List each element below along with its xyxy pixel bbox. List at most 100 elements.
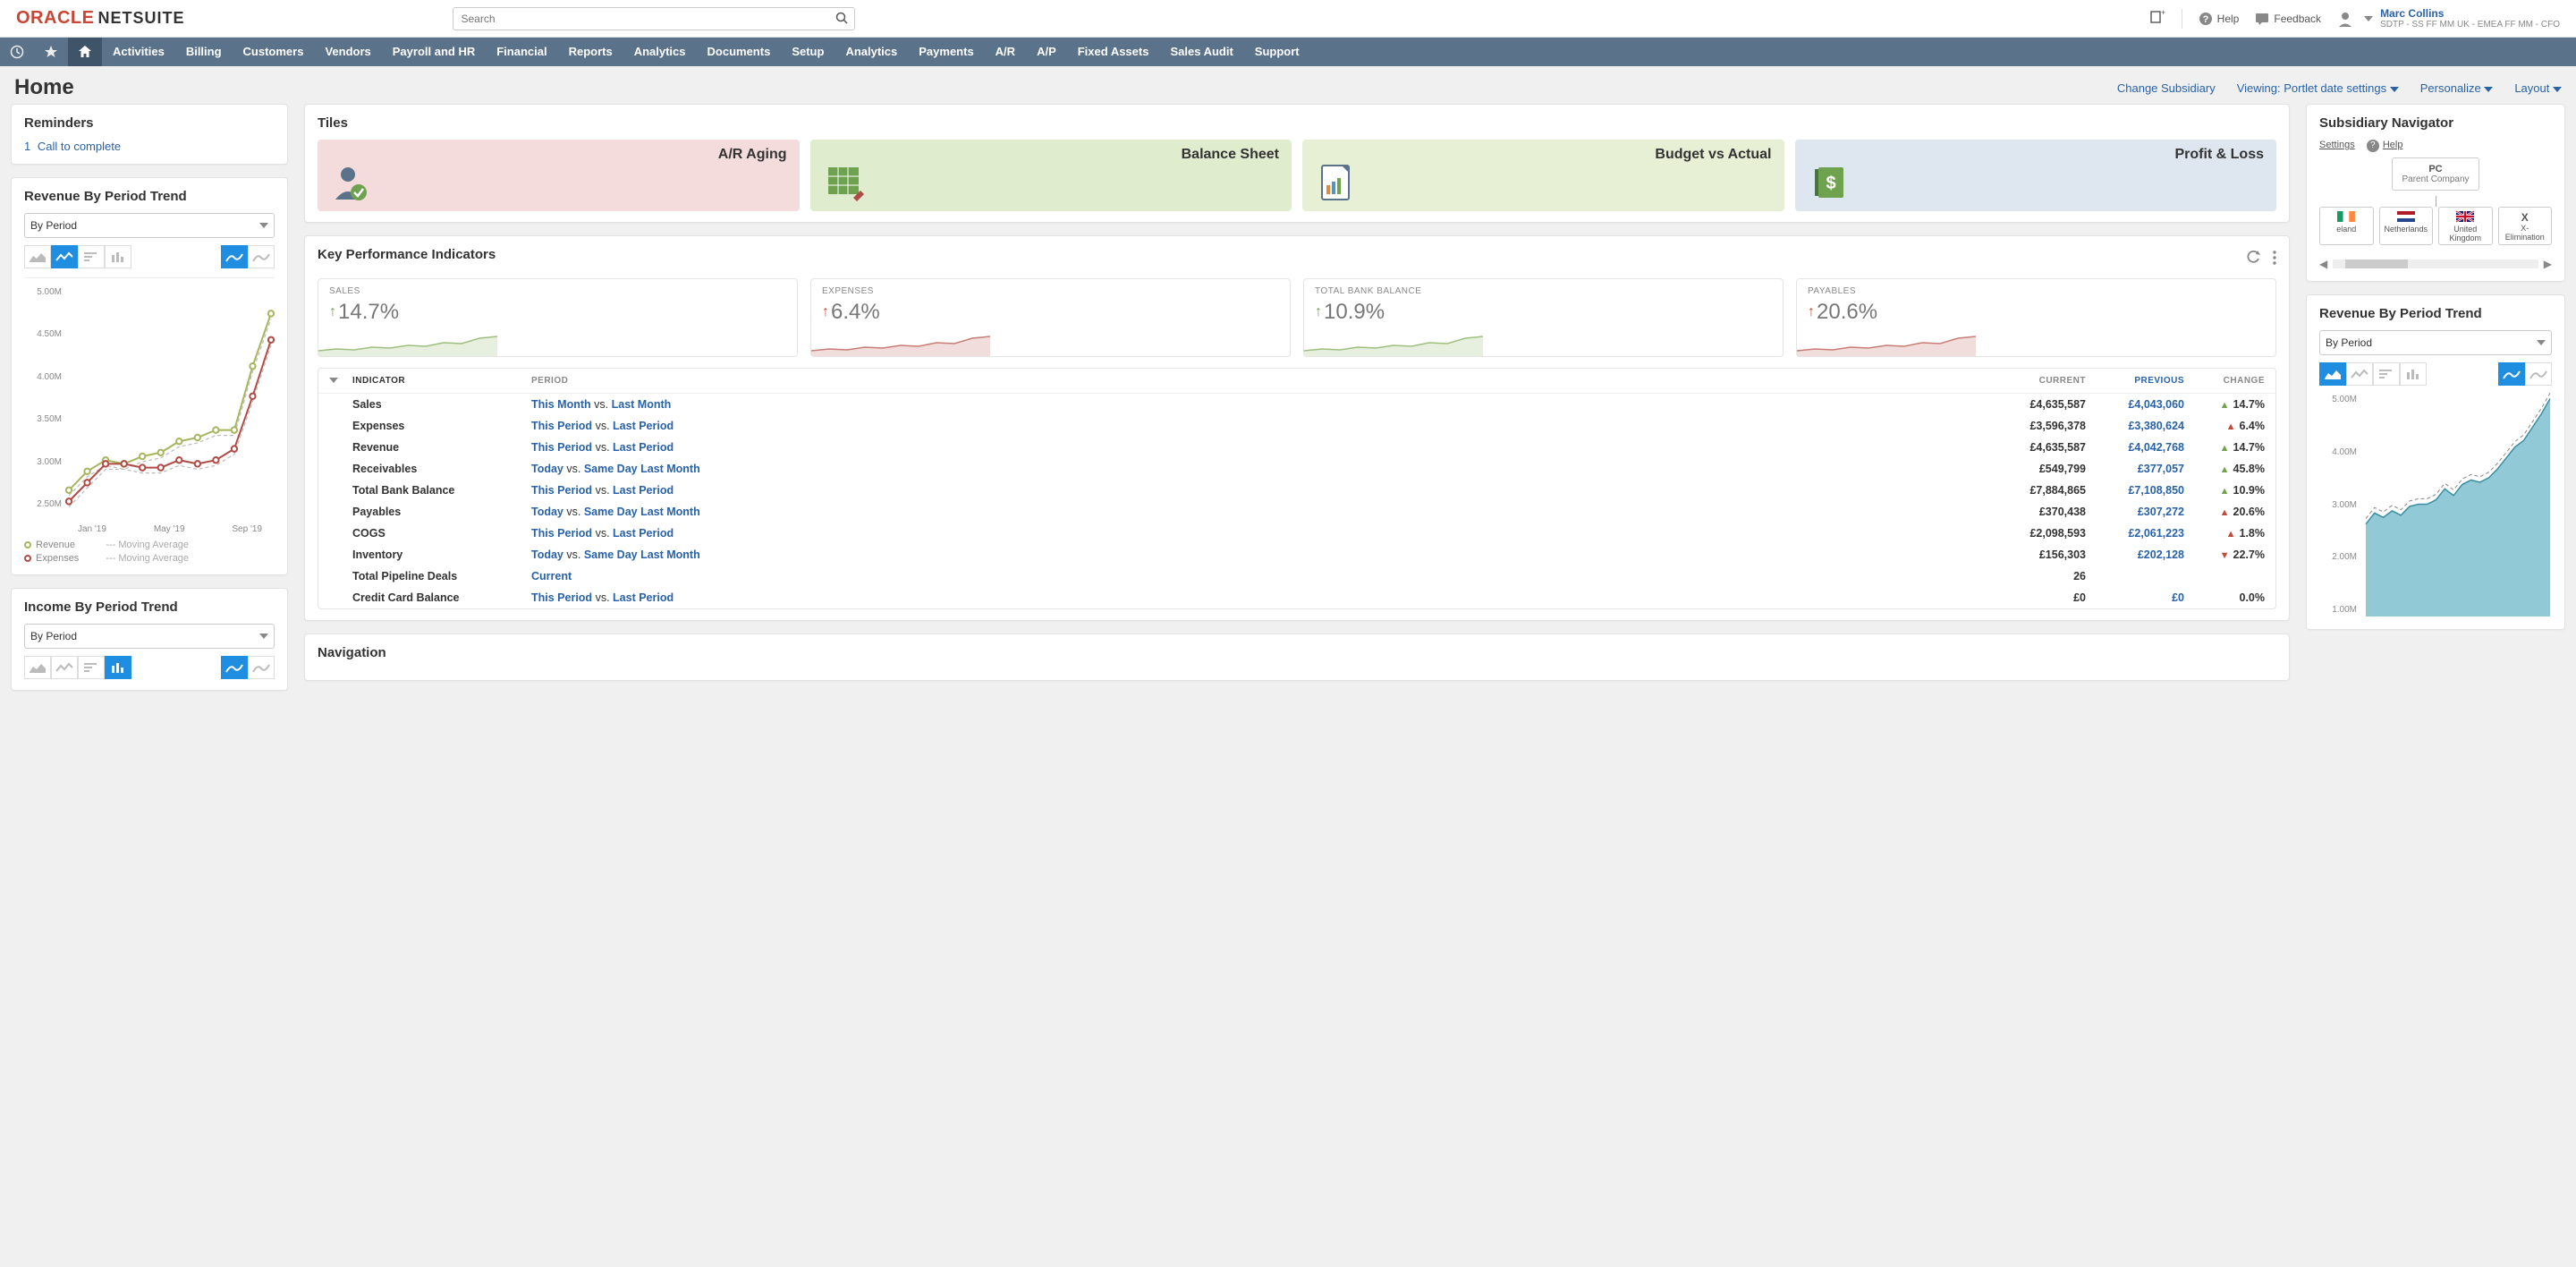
subsidiary-node[interactable]: eland (2319, 207, 2374, 245)
nav-item-sales-audit[interactable]: Sales Audit (1159, 38, 1243, 66)
kpi-row[interactable]: Credit Card Balance This Period vs. Last… (318, 587, 2275, 608)
kpi-row[interactable]: Revenue This Period vs. Last Period £4,6… (318, 437, 2275, 458)
tiles-portlet: Tiles A/R Aging Balance Sheet Budget vs … (304, 104, 2290, 223)
toggle-series-b-icon[interactable] (248, 245, 275, 268)
subnav-help-link[interactable]: Help (2383, 140, 2403, 150)
line-chart-icon[interactable] (51, 245, 78, 268)
parent-company-node[interactable]: PC Parent Company (2392, 157, 2479, 191)
nav-item-payroll-and-hr[interactable]: Payroll and HR (382, 38, 486, 66)
toggle-series-b-icon[interactable] (248, 656, 275, 679)
nav-item-analytics[interactable]: Analytics (835, 38, 908, 66)
nav-item-payments[interactable]: Payments (908, 38, 984, 66)
kpi-row[interactable]: Expenses This Period vs. Last Period £3,… (318, 415, 2275, 437)
revenue-trend-right-portlet: Revenue By Period Trend By Period 5.00M4… (2306, 294, 2565, 630)
help-icon[interactable]: ? Help (2199, 12, 2240, 26)
change-subsidiary-link[interactable]: Change Subsidiary (2117, 81, 2216, 95)
kpi-card-payables[interactable]: PAYABLES ↑20.6% (1796, 278, 2276, 357)
create-new-icon[interactable]: + (2149, 10, 2165, 27)
area-chart-icon[interactable] (24, 245, 51, 268)
period-select[interactable]: By Period (24, 624, 275, 649)
revenue-area-chart: 5.00M4.00M3.00M2.00M1.00M (2319, 395, 2552, 618)
star-icon[interactable] (34, 38, 68, 66)
toggle-series-b-icon[interactable] (2525, 362, 2552, 386)
viewing-link[interactable]: Viewing: Portlet date settings (2237, 81, 2399, 95)
netsuite-word: NETSUITE (97, 9, 184, 28)
kpi-row[interactable]: Receivables Today vs. Same Day Last Mont… (318, 458, 2275, 480)
more-icon[interactable] (2273, 251, 2276, 268)
user-name: Marc Collins (2380, 7, 2560, 20)
kpi-table: INDICATOR PERIOD CURRENT PREVIOUS CHANGE… (318, 368, 2276, 609)
kpi-row[interactable]: COGS This Period vs. Last Period £2,098,… (318, 523, 2275, 544)
kpi-row[interactable]: Total Bank Balance This Period vs. Last … (318, 480, 2275, 501)
nav-item-support[interactable]: Support (1244, 38, 1310, 66)
area-chart-icon[interactable] (24, 656, 51, 679)
arrow-up-icon: ↑ (329, 304, 336, 320)
kpi-card-total-bank-balance[interactable]: TOTAL BANK BALANCE ↑10.9% (1303, 278, 1784, 357)
nav-item-reports[interactable]: Reports (558, 38, 623, 66)
history-icon[interactable] (0, 38, 34, 66)
nav-item-customers[interactable]: Customers (233, 38, 315, 66)
line-chart-icon[interactable] (51, 656, 78, 679)
bar-chart-icon[interactable] (105, 656, 131, 679)
kpi-card-sales[interactable]: SALES ↑14.7% (318, 278, 798, 357)
chart-toolbar (24, 656, 275, 679)
nav-item-financial[interactable]: Financial (486, 38, 557, 66)
bar-chart-icon[interactable] (2400, 362, 2427, 386)
tile-profit-loss[interactable]: Profit & Loss $ (1795, 140, 2277, 211)
period-select[interactable]: By Period (24, 213, 275, 238)
revenue-trend-left-title: Revenue By Period Trend (24, 189, 275, 204)
kpi-card-expenses[interactable]: EXPENSES ↑6.4% (810, 278, 1291, 357)
nav-item-documents[interactable]: Documents (697, 38, 782, 66)
user-menu[interactable]: Marc Collins SDTP - SS FF MM UK - EMEA F… (2337, 7, 2560, 30)
scroll-right-icon[interactable]: ▶ (2544, 258, 2552, 270)
toggle-series-a-icon[interactable] (221, 245, 248, 268)
topbar: ORACLE NETSUITE + ? Help Feedback Marc C… (0, 0, 2576, 38)
nav-item-fixed-assets[interactable]: Fixed Assets (1067, 38, 1160, 66)
nav-item-a-r[interactable]: A/R (985, 38, 1026, 66)
layout-link[interactable]: Layout (2514, 81, 2562, 95)
toggle-series-a-icon[interactable] (221, 656, 248, 679)
nav-item-setup[interactable]: Setup (781, 38, 835, 66)
nav-item-a-p[interactable]: A/P (1026, 38, 1067, 66)
bar-chart-icon[interactable] (105, 245, 131, 268)
feedback-icon[interactable]: Feedback (2255, 12, 2321, 26)
hbar-chart-icon[interactable] (2373, 362, 2400, 386)
subsidiary-node[interactable]: XX-Elimination (2498, 207, 2553, 245)
subnav-settings-link[interactable]: Settings (2319, 140, 2355, 150)
search-icon[interactable] (835, 12, 848, 27)
kpi-row[interactable]: Inventory Today vs. Same Day Last Month … (318, 544, 2275, 565)
search-input[interactable] (453, 7, 855, 30)
subnav-title: Subsidiary Navigator (2319, 115, 2552, 131)
reminder-item[interactable]: 1 Call to complete (24, 140, 275, 153)
global-search (453, 7, 855, 30)
kpi-row[interactable]: Total Pipeline Deals Current 26 (318, 565, 2275, 587)
nav-item-vendors[interactable]: Vendors (314, 38, 381, 66)
personalize-link[interactable]: Personalize (2420, 81, 2494, 95)
kpi-row[interactable]: Payables Today vs. Same Day Last Month £… (318, 501, 2275, 523)
period-select[interactable]: By Period (2319, 330, 2552, 355)
nav-item-activities[interactable]: Activities (102, 38, 175, 66)
nav-item-analytics[interactable]: Analytics (623, 38, 697, 66)
subsidiary-node[interactable]: United Kingdom (2438, 207, 2493, 245)
area-chart-icon[interactable] (2319, 362, 2346, 386)
scroll-left-icon[interactable]: ◀ (2319, 258, 2327, 270)
toggle-series-a-icon[interactable] (2498, 362, 2525, 386)
home-icon[interactable] (68, 38, 102, 66)
line-chart-icon[interactable] (2346, 362, 2373, 386)
nav-item-billing[interactable]: Billing (175, 38, 233, 66)
chart-toolbar (2319, 362, 2552, 386)
hbar-chart-icon[interactable] (78, 245, 105, 268)
chevron-down-icon (2537, 340, 2546, 345)
refresh-icon[interactable] (2246, 251, 2260, 268)
tile-budget-actual[interactable]: Budget vs Actual (1302, 140, 1784, 211)
subsidiary-node[interactable]: Netherlands (2379, 207, 2434, 245)
scrollbar[interactable] (2333, 259, 2538, 268)
collapse-icon[interactable] (329, 378, 338, 383)
kpi-row[interactable]: Sales This Month vs. Last Month £4,635,5… (318, 394, 2275, 415)
tile-ar-aging[interactable]: A/R Aging (318, 140, 800, 211)
revenue-trend-left-portlet: Revenue By Period Trend By Period 5.00M4… (11, 177, 288, 575)
spreadsheet-icon (825, 162, 864, 204)
chevron-down-icon (2553, 87, 2562, 92)
hbar-chart-icon[interactable] (78, 656, 105, 679)
tile-balance-sheet[interactable]: Balance Sheet (810, 140, 1292, 211)
